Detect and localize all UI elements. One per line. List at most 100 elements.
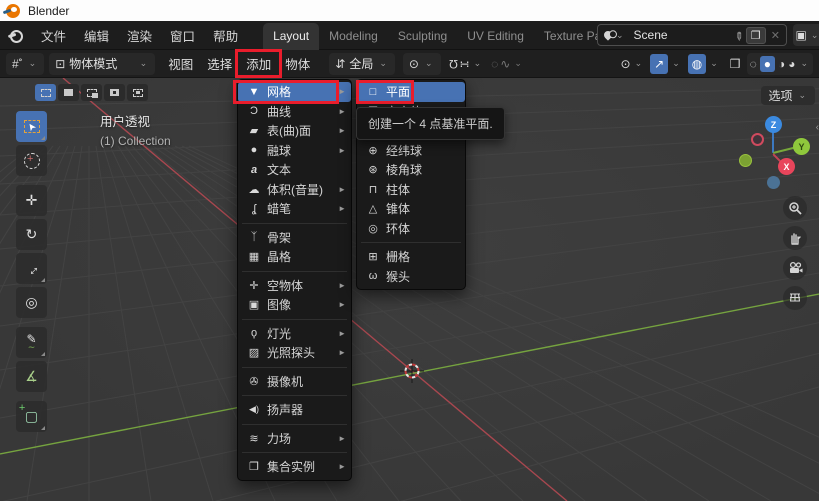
neg-x-axis-ball[interactable] xyxy=(751,133,764,146)
toggle-xray-icon[interactable]: ❒ xyxy=(730,57,741,71)
menu-item-grease-pencil[interactable]: ʆ 蜡笔 ► xyxy=(238,199,351,219)
tab-sculpting[interactable]: Sculpting xyxy=(388,23,457,50)
submenu-item-torus[interactable]: ◎ 环体 xyxy=(357,219,465,239)
submenu-item-grid[interactable]: ⊞ 栅格 xyxy=(357,247,465,267)
magnet-icon[interactable]: Ω xyxy=(449,57,458,71)
chevron-down-icon[interactable]: ⌄ xyxy=(616,30,624,41)
menu-item-light[interactable]: ϙ 灯光 ► xyxy=(238,324,351,344)
chevron-down-icon[interactable]: ⌄ xyxy=(710,58,718,69)
chevron-down-icon[interactable]: ⌄ xyxy=(635,58,643,69)
select-mode-invert[interactable] xyxy=(104,84,125,101)
pivot-point-dropdown[interactable]: ⊙ ⌄ xyxy=(403,53,441,75)
select-box-tool[interactable]: ➤ xyxy=(16,111,47,142)
pan-button[interactable] xyxy=(783,226,807,250)
menu-item-speaker[interactable]: ◀) 扬声器 xyxy=(238,400,351,420)
show-gizmos-icon[interactable]: ↗ xyxy=(650,54,668,74)
select-mode-extend[interactable] xyxy=(58,84,79,101)
menu-item-label: 环体 xyxy=(386,220,460,237)
rotate-tool[interactable]: ↻ xyxy=(16,219,47,250)
menu-item-force-field[interactable]: ≋ 力场 ► xyxy=(238,429,351,449)
menu-item-curve[interactable]: Ɔ 曲线 ► xyxy=(238,102,351,122)
show-overlays-icon[interactable]: ◍ xyxy=(688,54,706,74)
x-axis-ball[interactable]: X xyxy=(778,158,795,175)
sidebar-collapse-icon[interactable]: ‹ xyxy=(816,122,819,133)
menu-help[interactable]: 帮助 xyxy=(204,21,247,50)
tab-uv-editing[interactable]: UV Editing xyxy=(457,23,534,50)
rendered-shading-icon[interactable]: ◕ xyxy=(788,57,795,71)
menu-item-text[interactable]: a 文本 xyxy=(238,160,351,180)
menu-window[interactable]: 窗口 xyxy=(161,21,204,50)
chevron-down-icon[interactable]: ⌄ xyxy=(514,58,522,69)
blender-menu-icon[interactable] xyxy=(8,30,24,41)
menu-item-metaball[interactable]: ● 融球 ► xyxy=(238,141,351,161)
neg-z-axis-ball[interactable] xyxy=(767,176,780,189)
mode-dropdown[interactable]: ⊡ 物体模式 ⌄ xyxy=(49,53,155,75)
3d-viewport[interactable]: 用户透视 (1) Collection 选项 ⌄ ➤ ✛ ↻ ↔ ◎ ✎∼ ∡ … xyxy=(0,78,819,501)
menu-item-volume[interactable]: ☁ 体积(音量) ► xyxy=(238,180,351,200)
select-mode-intersect[interactable] xyxy=(127,84,148,101)
z-axis-ball[interactable]: Z xyxy=(765,116,782,133)
submenu-item-uv-sphere[interactable]: ⊕ 经纬球 xyxy=(357,141,465,161)
view-menu[interactable]: 视图 xyxy=(161,50,200,77)
menu-item-image[interactable]: ▣ 图像 ► xyxy=(238,295,351,315)
camera-view-button[interactable] xyxy=(783,256,807,280)
submenu-item-monkey[interactable]: ω 猴头 xyxy=(357,267,465,287)
transform-orientation-dropdown[interactable]: ⇵ 全局 ⌄ xyxy=(329,53,395,75)
neg-y-axis-ball[interactable] xyxy=(739,154,752,167)
falloff-icon[interactable]: ∿ xyxy=(500,57,510,71)
material-preview-icon[interactable]: ◑ xyxy=(778,57,785,71)
scale-tool[interactable]: ↔ xyxy=(16,253,47,284)
add-menu-button[interactable]: 添加 xyxy=(239,50,278,77)
proportional-edit-icon[interactable]: ◌ xyxy=(491,57,498,71)
solid-shading-icon[interactable]: ● xyxy=(760,56,775,72)
menu-item-empty[interactable]: ✛ 空物体 ► xyxy=(238,276,351,296)
tool-shelf: ➤ ✛ ↻ ↔ ◎ ✎∼ ∡ ▢ xyxy=(16,111,47,435)
cursor-tool[interactable] xyxy=(16,145,47,176)
transform-tool[interactable]: ◎ xyxy=(16,287,47,318)
menu-item-surface[interactable]: ▰ 表(曲)面 ► xyxy=(238,121,351,141)
toggle-projection-button[interactable] xyxy=(783,286,807,310)
render-output-selector[interactable]: ▣ ⌄ xyxy=(793,24,819,46)
chevron-down-icon[interactable]: ⌄ xyxy=(474,58,482,69)
navigation-gizmo[interactable]: Z Y X xyxy=(735,115,815,195)
show-object-types-icon[interactable]: ⊙ xyxy=(621,57,631,71)
wireframe-shading-icon[interactable]: ◌ xyxy=(750,57,757,71)
menu-item-mesh[interactable]: ▼ 网格 ► xyxy=(238,82,351,102)
submenu-item-ico-sphere[interactable]: ⊛ 棱角球 xyxy=(357,160,465,180)
menu-item-collection-instance[interactable]: ❐ 集合实例 ► xyxy=(238,457,351,477)
add-cube-icon: ▢ xyxy=(25,408,38,425)
select-menu[interactable]: 选择 xyxy=(200,50,239,77)
move-tool[interactable]: ✛ xyxy=(16,185,47,216)
submenu-item-cone[interactable]: △ 锥体 xyxy=(357,199,465,219)
submenu-item-cylinder[interactable]: ⊓ 柱体 xyxy=(357,180,465,200)
y-axis-ball[interactable]: Y xyxy=(793,138,810,155)
collection-instance-icon: ❐ xyxy=(245,460,263,473)
snap-with-icon[interactable]: ∺ xyxy=(460,57,470,71)
submenu-item-plane[interactable]: □ 平面 xyxy=(357,82,465,102)
close-scene-icon[interactable]: ✕ xyxy=(769,29,782,42)
editor-type-button[interactable]: #˚ ⌄ xyxy=(6,53,44,75)
zoom-button[interactable] xyxy=(783,196,807,220)
chevron-down-icon[interactable]: ⌄ xyxy=(672,58,680,69)
scene-name-field[interactable]: Scene xyxy=(634,28,734,42)
scene-icon[interactable] xyxy=(602,29,613,40)
menu-item-armature[interactable]: ᛉ 骨架 xyxy=(238,228,351,248)
tab-modeling[interactable]: Modeling xyxy=(319,23,388,50)
measure-tool[interactable]: ∡ xyxy=(16,361,47,392)
menu-render[interactable]: 渲染 xyxy=(118,21,161,50)
select-mode-set[interactable] xyxy=(35,84,56,101)
select-mode-subtract[interactable] xyxy=(81,84,102,101)
new-scene-button[interactable]: ❐ xyxy=(746,27,766,44)
add-primitive-tool[interactable]: ▢ xyxy=(16,401,47,432)
options-dropdown[interactable]: 选项 ⌄ xyxy=(761,86,815,105)
menu-item-camera[interactable]: ✇ 摄像机 xyxy=(238,372,351,392)
menu-edit[interactable]: 编辑 xyxy=(75,21,118,50)
submenu-arrow-icon: ► xyxy=(338,281,346,290)
menu-item-lattice[interactable]: ▦ 晶格 xyxy=(238,247,351,267)
object-menu[interactable]: 物体 xyxy=(278,50,317,77)
menu-item-light-probe[interactable]: ▨ 光照探头 ► xyxy=(238,343,351,363)
annotate-tool[interactable]: ✎∼ xyxy=(16,327,47,358)
chevron-down-icon[interactable]: ⌄ xyxy=(800,58,808,69)
menu-file[interactable]: 文件 xyxy=(32,21,75,50)
tab-layout[interactable]: Layout xyxy=(263,23,319,50)
